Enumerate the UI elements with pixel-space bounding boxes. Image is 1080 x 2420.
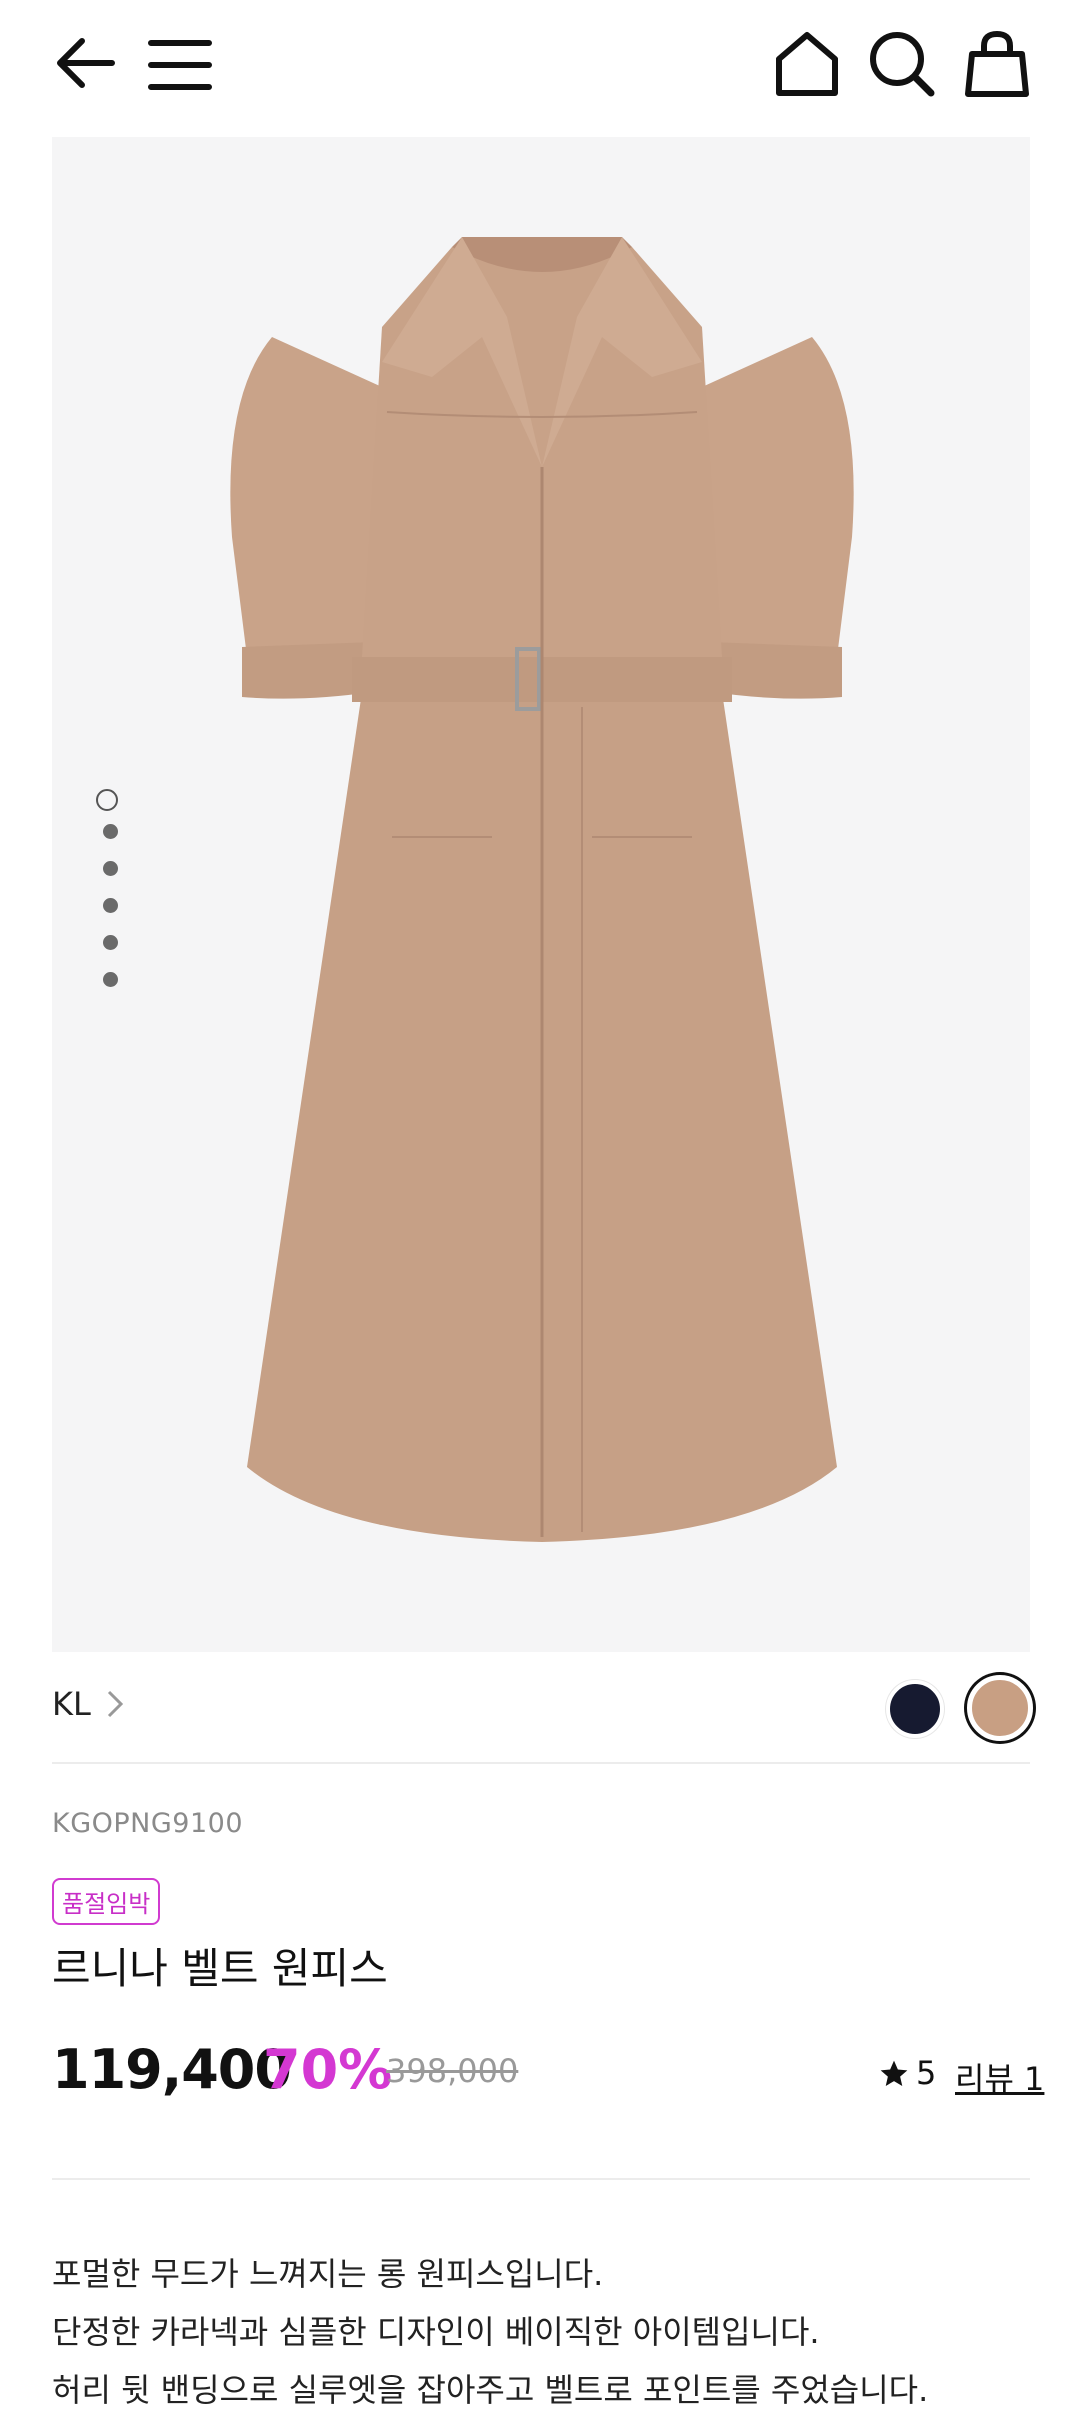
search-icon[interactable] [866, 28, 938, 100]
description-line: 허리 뒷 밴딩으로 실루엣을 잡아주고 벨트로 포인트를 주었습니다. [52, 2371, 929, 2409]
divider [52, 1762, 1030, 1764]
gallery-dot-active[interactable] [96, 789, 118, 811]
star-icon [878, 2058, 910, 2094]
low-stock-badge: 품절임박 [52, 1878, 161, 1925]
product-sku: KGOPNG9100 [52, 1808, 243, 1839]
home-icon[interactable] [772, 28, 842, 100]
gallery-dot[interactable] [103, 824, 118, 839]
color-swatch-navy[interactable] [886, 1680, 944, 1738]
brand-color-row: KL [52, 1675, 1033, 1765]
brand-link[interactable]: KL [52, 1685, 91, 1723]
discount-rate: 70% [263, 2038, 393, 2101]
product-title: 르니나 벨트 원피스 [52, 1944, 388, 1993]
description-line: 단정한 카라넥과 심플한 디자인이 베이직한 아이템입니다. [52, 2313, 820, 2351]
review-count-link[interactable]: 리뷰 1 [955, 2054, 1044, 2100]
chevron-right-icon [106, 1689, 124, 1723]
gallery-dot[interactable] [103, 861, 118, 876]
rating-value: 5 [916, 2054, 937, 2092]
shopping-bag-icon[interactable] [962, 28, 1032, 100]
top-navigation-bar [0, 0, 1080, 135]
gallery-dot[interactable] [103, 972, 118, 987]
back-arrow-icon[interactable] [50, 30, 120, 96]
gallery-dot[interactable] [103, 935, 118, 950]
sale-price: 119,400 [52, 2038, 292, 2101]
original-price: 398,000 [386, 2052, 519, 2090]
color-swatch-beige-selected[interactable] [967, 1675, 1033, 1741]
product-image [230, 237, 854, 1542]
menu-icon[interactable] [145, 34, 215, 96]
product-description: 포멀한 무드가 느껴지는 롱 원피스입니다. 단정한 카라넥과 심플한 디자인이… [52, 2245, 1042, 2419]
product-image-gallery[interactable] [52, 137, 1030, 1652]
gallery-dot[interactable] [103, 898, 118, 913]
divider [52, 2178, 1030, 2180]
description-line: 포멀한 무드가 느껴지는 롱 원피스입니다. [52, 2255, 604, 2293]
